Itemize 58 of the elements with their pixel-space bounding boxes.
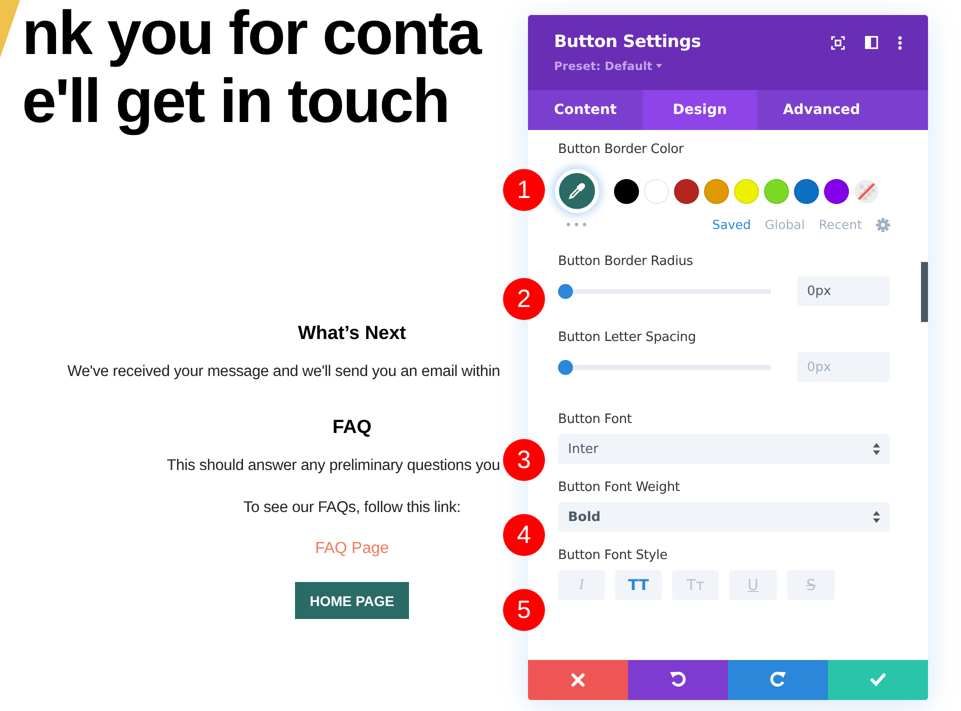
field-label: Button Letter Spacing bbox=[558, 330, 697, 345]
palette-tab[interactable]: Global bbox=[764, 217, 805, 232]
settings-tab[interactable]: Advanced bbox=[756, 90, 886, 130]
step-badge: 1 bbox=[503, 169, 545, 211]
more-icon[interactable] bbox=[898, 36, 902, 50]
slider-thumb[interactable] bbox=[558, 360, 573, 374]
field-label: Button Font bbox=[558, 412, 633, 427]
color-swatch[interactable] bbox=[794, 178, 819, 204]
page-heading: e'll get in touch bbox=[22, 68, 449, 136]
preset-selector[interactable]: Preset: Default bbox=[554, 59, 652, 73]
more-colors[interactable]: ••• bbox=[555, 218, 599, 232]
palette-tab[interactable]: Saved bbox=[712, 217, 751, 232]
slider-thumb[interactable] bbox=[558, 284, 573, 298]
font-style-button[interactable]: TT bbox=[615, 570, 662, 600]
faq-link[interactable]: FAQ Page bbox=[315, 540, 389, 558]
color-swatch[interactable] bbox=[704, 178, 729, 204]
eyedropper-icon bbox=[568, 182, 586, 200]
focus-icon[interactable] bbox=[831, 36, 845, 50]
step-badge: 5 bbox=[503, 589, 545, 631]
field-label: Button Border Color bbox=[558, 142, 685, 157]
color-swatch[interactable] bbox=[764, 178, 789, 204]
settings-tab[interactable]: Design bbox=[642, 90, 757, 130]
color-swatch[interactable] bbox=[824, 178, 849, 204]
cancel-button[interactable] bbox=[528, 660, 628, 700]
home-page-button[interactable]: HOME PAGE bbox=[294, 582, 410, 619]
color-swatch[interactable] bbox=[614, 178, 639, 204]
paragraph: We've received your message and we'll send you an email within bbox=[67, 362, 500, 382]
select-field[interactable]: Inter bbox=[558, 434, 890, 464]
step-badge: 2 bbox=[503, 278, 545, 320]
updown-icon bbox=[873, 443, 880, 455]
caret-icon[interactable] bbox=[656, 64, 662, 68]
field-label: Button Font Weight bbox=[558, 480, 681, 495]
paragraph: To see our FAQs, follow this link: bbox=[243, 498, 461, 518]
panel-title: Button Settings bbox=[554, 32, 701, 52]
select-field[interactable]: Bold bbox=[558, 502, 890, 532]
section-heading: What’s Next bbox=[298, 322, 406, 346]
step-badge: 4 bbox=[503, 514, 545, 556]
decor-shape bbox=[0, 0, 20, 60]
value-field[interactable]: 0px bbox=[797, 352, 890, 382]
columns-icon[interactable] bbox=[865, 36, 878, 49]
settings-tab[interactable]: Content bbox=[528, 90, 643, 130]
step-badge: 3 bbox=[503, 439, 545, 481]
color-swatch[interactable] bbox=[674, 178, 699, 204]
value-field[interactable]: 0px bbox=[797, 276, 890, 306]
palette-tab[interactable]: Recent bbox=[818, 217, 862, 232]
settings-icon[interactable] bbox=[876, 218, 890, 232]
color-swatch[interactable] bbox=[644, 178, 669, 204]
updown-icon bbox=[873, 511, 880, 523]
scrollbar[interactable] bbox=[921, 262, 928, 322]
section-heading: FAQ bbox=[332, 416, 372, 440]
undo-button[interactable] bbox=[628, 660, 728, 700]
field-label: Button Border Radius bbox=[558, 254, 694, 269]
paragraph: This should answer any preliminary questions you bbox=[166, 456, 500, 476]
page-heading: nk you for conta bbox=[22, 0, 480, 68]
color-swatch[interactable] bbox=[734, 178, 759, 204]
field-label: Button Font Style bbox=[558, 548, 668, 563]
no-color-swatch[interactable] bbox=[854, 178, 879, 204]
redo-button[interactable] bbox=[728, 660, 828, 700]
